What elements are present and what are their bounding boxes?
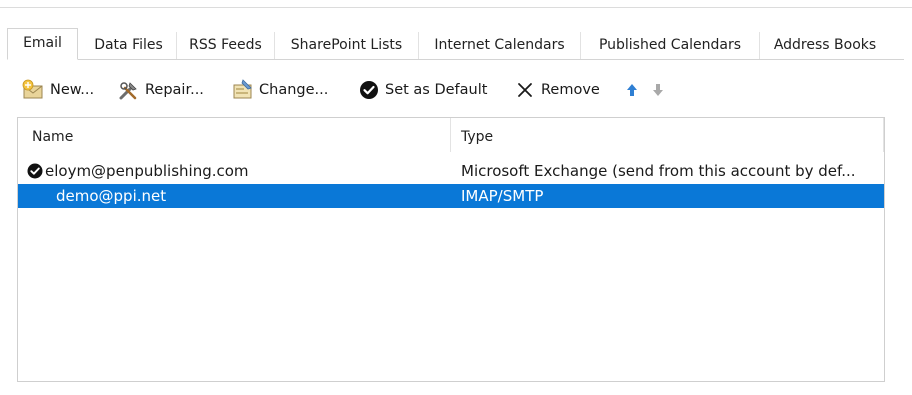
new-button-label: New...	[50, 82, 95, 98]
top-divider	[0, 7, 912, 8]
tab-address-books[interactable]: Address Books	[759, 32, 890, 59]
tab-strip-baseline	[7, 59, 904, 60]
repair-button-label: Repair...	[145, 82, 204, 98]
remove-button[interactable]: Remove	[513, 76, 600, 104]
account-type: Microsoft Exchange (send from this accou…	[461, 162, 856, 180]
tab-data-files[interactable]: Data Files	[81, 32, 176, 59]
account-name: eloym@penpublishing.com	[45, 162, 249, 180]
new-button[interactable]: New...	[22, 76, 94, 104]
repair-button[interactable]: Repair...	[117, 76, 204, 104]
account-type: IMAP/SMTP	[461, 187, 544, 205]
arrow-down-icon	[653, 84, 663, 96]
column-separator[interactable]	[450, 118, 451, 152]
move-down-button[interactable]	[650, 80, 666, 100]
list-header: Name Type	[18, 118, 884, 152]
account-row[interactable]: eloym@penpublishing.com Microsoft Exchan…	[18, 159, 884, 183]
new-mail-icon	[22, 78, 46, 102]
tab-internet-calendars[interactable]: Internet Calendars	[418, 32, 580, 59]
move-up-button[interactable]	[624, 80, 640, 100]
column-header-name[interactable]: Name	[32, 118, 73, 152]
account-row-selected[interactable]: demo@ppi.net IMAP/SMTP	[18, 184, 884, 208]
account-settings-window: Email Data Files RSS Feeds SharePoint Li…	[0, 0, 912, 395]
account-name: demo@ppi.net	[56, 187, 167, 205]
x-icon	[513, 78, 537, 102]
account-list[interactable]: Name Type eloym@penpublishing.com Micros…	[17, 117, 885, 382]
tab-strip: Email Data Files RSS Feeds SharePoint Li…	[7, 28, 904, 60]
checkmark-circle-icon	[357, 78, 381, 102]
account-toolbar: New... Repair... Change... Set as Defaul…	[22, 76, 722, 104]
change-account-icon	[231, 78, 255, 102]
tab-sharepoint-lists[interactable]: SharePoint Lists	[274, 32, 418, 59]
change-button-label: Change...	[259, 82, 329, 98]
remove-button-label: Remove	[541, 82, 600, 98]
change-button[interactable]: Change...	[231, 76, 328, 104]
tab-email[interactable]: Email	[7, 28, 78, 60]
set-as-default-label: Set as Default	[385, 82, 488, 98]
tab-published-calendars[interactable]: Published Calendars	[580, 32, 759, 59]
set-as-default-button[interactable]: Set as Default	[357, 76, 487, 104]
arrow-up-icon	[627, 84, 637, 96]
tab-rss-feeds[interactable]: RSS Feeds	[176, 32, 274, 59]
column-header-type[interactable]: Type	[461, 118, 493, 152]
column-separator	[883, 118, 884, 152]
default-account-check-icon	[27, 163, 43, 179]
repair-tools-icon	[117, 78, 141, 102]
